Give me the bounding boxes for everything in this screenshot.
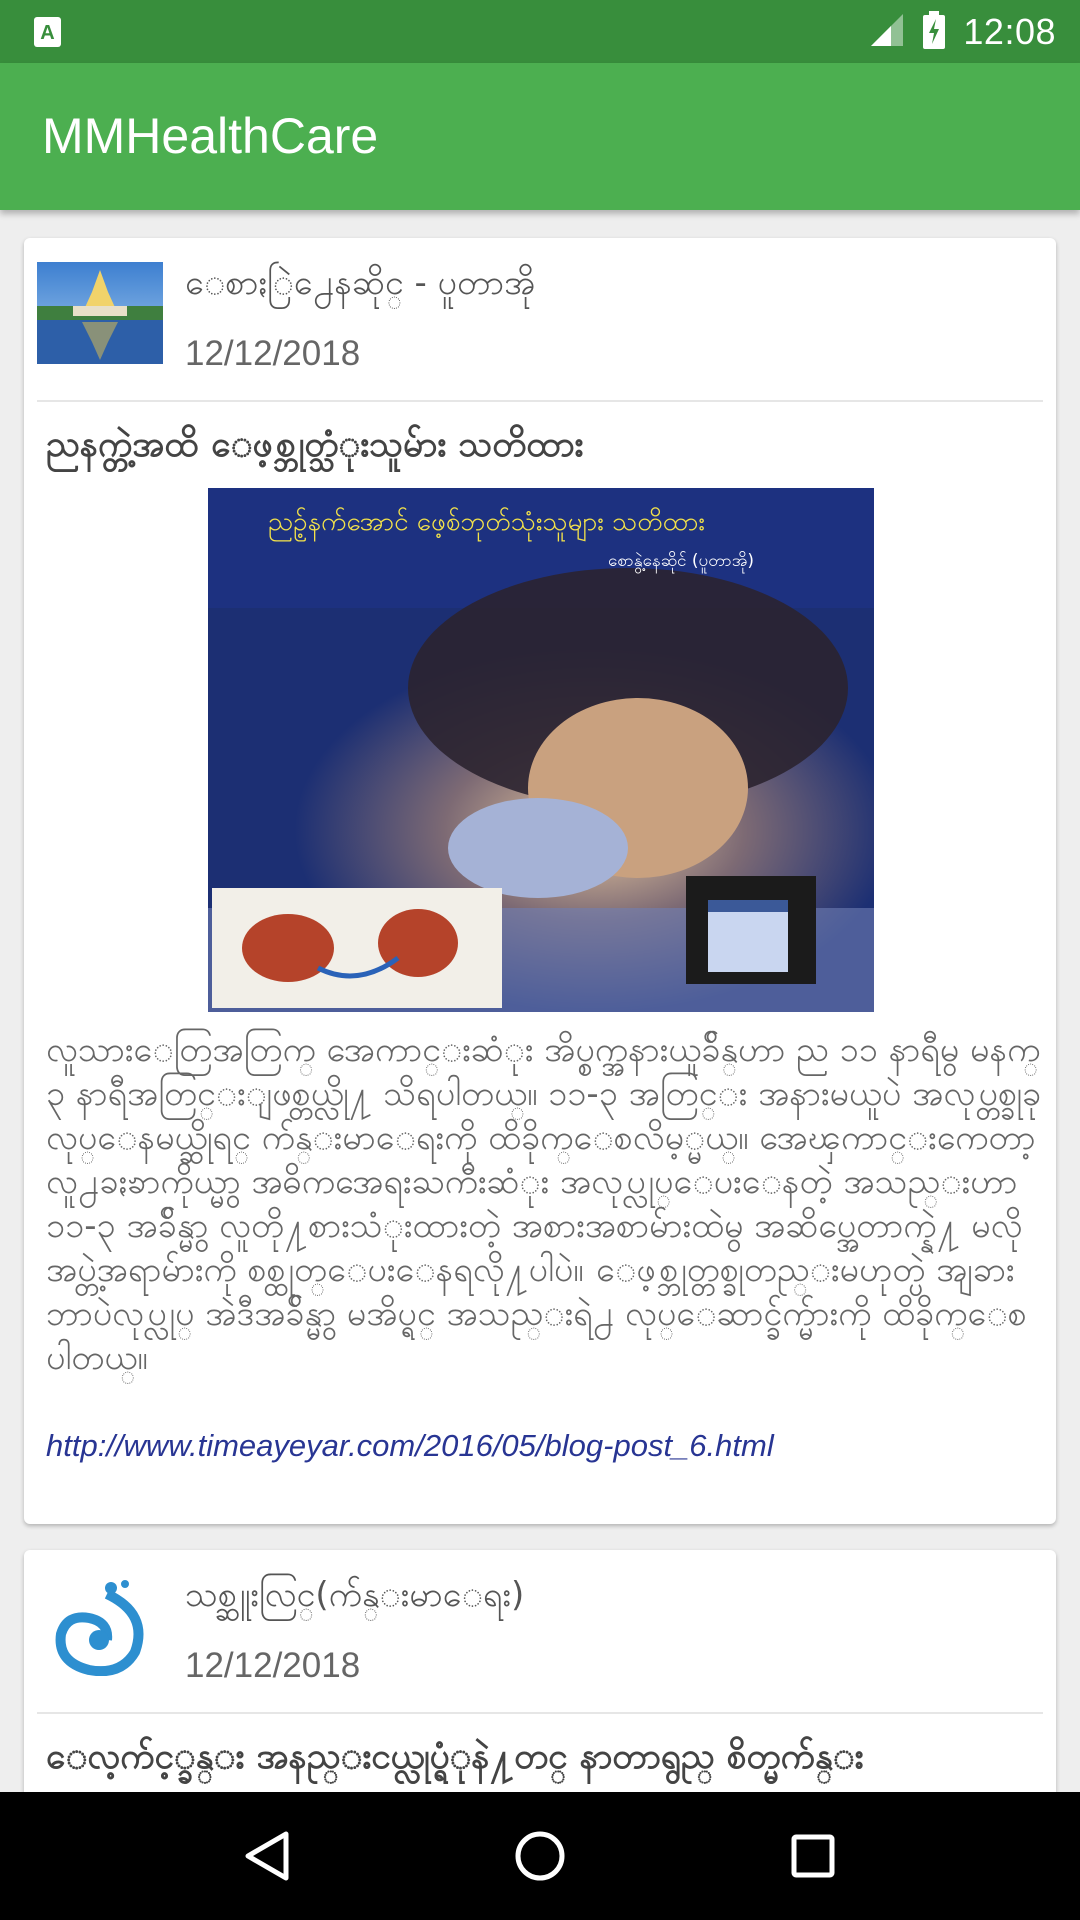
home-circle-icon[interactable]	[510, 1826, 570, 1886]
card-divider	[37, 400, 1043, 402]
image-caption-title: ညဥ့်နက်အောင် ဖေ့စ်ဘုတ်သုံးသူများ သတိထား	[268, 506, 705, 542]
post-image[interactable]: ညဥ့်နက်အောင် ဖေ့စ်ဘုတ်သုံးသူများ သတိထား …	[208, 488, 874, 1012]
a-notification-icon: A	[34, 17, 61, 47]
post-title: ေလ့က်င့္ခန္း အနည္းငယ္လုပ္ရံုနဲ႔တင္ နာတာရ…	[46, 1737, 864, 1777]
card-divider	[37, 1712, 1043, 1714]
recents-square-icon[interactable]	[783, 1826, 843, 1886]
author-avatar	[37, 1574, 163, 1676]
svg-text:A: A	[40, 22, 54, 44]
post-card[interactable]: ေစာႏြဲ႕ေနဆိုင္ - ပူတာအို 12/12/2018 ညနက္…	[24, 238, 1056, 1524]
back-triangle-icon[interactable]	[237, 1826, 297, 1886]
post-author: သစ္ဆူးလြင္(က်န္းမာေရး)	[185, 1575, 525, 1615]
app-title: MMHealthCare	[42, 108, 379, 164]
post-date: 12/12/2018	[185, 1646, 361, 1685]
post-date: 12/12/2018	[185, 334, 361, 373]
system-nav-bar	[0, 1792, 1080, 1920]
status-time: 12:08	[963, 10, 1056, 52]
post-feed[interactable]: ေစာႏြဲ႕ေနဆိုင္ - ပူတာအို 12/12/2018 ညနက္…	[0, 210, 1080, 1792]
post-author: ေစာႏြဲ႕ေနဆိုင္ - ပူတာအို	[185, 263, 536, 303]
status-bar: A 12:08	[0, 0, 1080, 63]
post-body: လူသားေတြအတြက္ အေကာင္းဆံုး အိပ္စက္အနားယူခ…	[46, 1030, 1042, 1378]
battery-charging-icon	[923, 10, 946, 53]
post-card[interactable]: သစ္ဆူးလြင္(က်န္းမာေရး) 12/12/2018 ေလ့က်င…	[24, 1550, 1056, 1792]
post-title: ညနက္တဲ့အထိ ေဖ့စ္ဘုတ္သံုးသူမ်ား သတိထား	[46, 425, 584, 465]
author-avatar	[37, 262, 163, 364]
image-caption-author: စောနွဲ့နေဆိုင် (ပူတာအို)	[608, 551, 754, 574]
app-bar: MMHealthCare	[0, 63, 1080, 210]
post-source-link[interactable]: http://www.timeayeyar.com/2016/05/blog-p…	[46, 1428, 774, 1464]
cell-signal-icon	[869, 12, 905, 52]
